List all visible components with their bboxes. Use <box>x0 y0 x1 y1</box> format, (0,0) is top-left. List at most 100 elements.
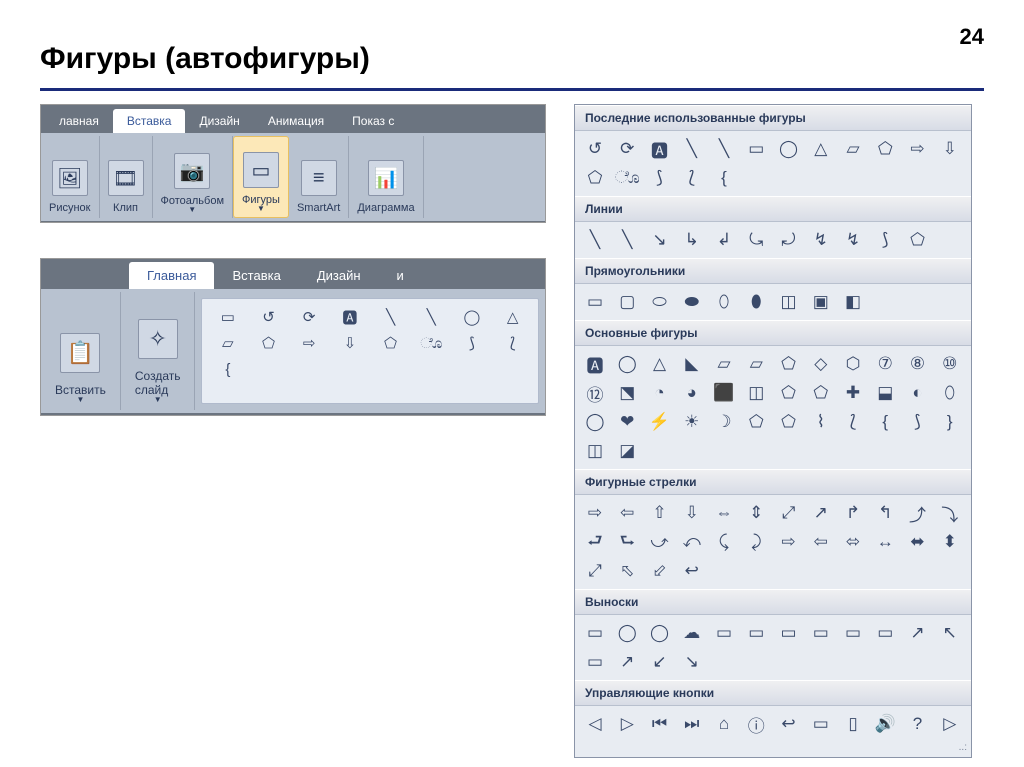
shape-item[interactable]: ⟳ <box>613 136 641 162</box>
shape-item[interactable]: ↗ <box>904 620 932 646</box>
shape-item[interactable]: ▷ <box>613 711 641 737</box>
shape-item[interactable]: ↔ <box>871 529 899 555</box>
shape-item[interactable]: ⑧ <box>904 351 932 377</box>
shape-item[interactable]: ⇩ <box>678 500 706 526</box>
shape-item[interactable]: ⤹ <box>710 529 738 555</box>
shape-item[interactable]: ⟳ <box>290 305 329 329</box>
shape-item[interactable]: ⤺ <box>678 529 706 555</box>
shape-item[interactable]: ⬠ <box>904 227 932 253</box>
shape-item[interactable]: ⬠ <box>871 136 899 162</box>
shape-item[interactable]: ⇩ <box>936 136 964 162</box>
ribbon-tab[interactable]: и <box>379 262 422 289</box>
shape-item[interactable]: ⟆ <box>646 165 674 191</box>
shape-item[interactable]: ⇨ <box>290 331 329 355</box>
shape-item[interactable]: ↙ <box>646 649 674 675</box>
shape-item[interactable]: { <box>208 357 247 381</box>
shape-item[interactable]: ◫ <box>742 380 770 406</box>
shape-item[interactable]: ⬠ <box>775 380 803 406</box>
shape-item[interactable]: 🅰 <box>646 136 674 162</box>
shape-item[interactable]: ☽ <box>710 409 738 435</box>
shape-item[interactable]: ▭ <box>742 136 770 162</box>
shape-item[interactable]: ⬃ <box>646 558 674 584</box>
shape-item[interactable]: ▱ <box>742 351 770 377</box>
shape-item[interactable]: ⇦ <box>807 529 835 555</box>
shape-item[interactable]: ⇕ <box>742 500 770 526</box>
shape-item[interactable]: ⑫ <box>581 380 609 406</box>
shape-item[interactable]: ⟆ <box>871 227 899 253</box>
shape-item[interactable]: ⑦ <box>871 351 899 377</box>
shape-item[interactable]: ⬠ <box>371 331 410 355</box>
shape-item[interactable]: ⬌ <box>904 529 932 555</box>
ribbon-tool-диаграмма[interactable]: 📊Диаграмма <box>349 136 423 218</box>
shape-item[interactable]: ⏭ <box>678 711 706 737</box>
shape-item[interactable]: ◯ <box>646 620 674 646</box>
shape-item[interactable]: ⇩ <box>331 331 370 355</box>
shape-item[interactable]: ⇦ <box>613 500 641 526</box>
ribbon-tool[interactable]: ✧Создатьслайд▼ <box>121 292 196 410</box>
shape-item[interactable]: ↖ <box>936 620 964 646</box>
shape-item[interactable]: ⑩ <box>936 351 964 377</box>
shape-item[interactable]: ⬁ <box>613 558 641 584</box>
shape-item[interactable]: { <box>710 165 738 191</box>
shape-item[interactable]: ↯ <box>839 227 867 253</box>
shape-item[interactable]: ⏮ <box>646 711 674 737</box>
shape-item[interactable]: ▱ <box>710 351 738 377</box>
shape-item[interactable]: ೊ <box>613 165 641 191</box>
shape-item[interactable]: ◐ <box>904 380 932 406</box>
shape-item[interactable]: ೊ <box>412 331 451 355</box>
shape-item[interactable]: ⤢ <box>581 558 609 584</box>
shape-item[interactable]: ⬠ <box>581 165 609 191</box>
shape-item[interactable]: ▭ <box>807 620 835 646</box>
shape-item[interactable]: ◫ <box>775 289 803 315</box>
shape-item[interactable]: ⇨ <box>775 529 803 555</box>
shape-item[interactable]: ⬯ <box>936 380 964 406</box>
shape-item[interactable]: ⟆ <box>904 409 932 435</box>
shape-item[interactable]: ⬍ <box>936 529 964 555</box>
shape-item[interactable]: ◯ <box>775 136 803 162</box>
shape-item[interactable]: ↺ <box>249 305 288 329</box>
shape-item[interactable]: ⬭ <box>646 289 674 315</box>
shape-item[interactable]: ▭ <box>742 620 770 646</box>
shape-item[interactable]: } <box>936 409 964 435</box>
shape-item[interactable]: ⬠ <box>775 351 803 377</box>
shape-item[interactable]: ▢ <box>613 289 641 315</box>
ribbon-tab[interactable]: Показ с <box>338 109 408 133</box>
shape-item[interactable]: ⇨ <box>581 500 609 526</box>
shape-item[interactable]: ? <box>904 711 932 737</box>
shape-item[interactable]: ▭ <box>871 620 899 646</box>
shape-item[interactable]: ⇔ <box>710 500 738 526</box>
shape-item[interactable]: ⬯ <box>710 289 738 315</box>
shape-item[interactable]: ⮑ <box>613 529 641 555</box>
ribbon-tab[interactable]: Анимация <box>254 109 338 133</box>
shape-item[interactable]: ◣ <box>678 351 706 377</box>
shape-item[interactable]: ⚡ <box>646 409 674 435</box>
shape-item[interactable]: ◫ <box>581 438 609 464</box>
shape-item[interactable]: ╲ <box>581 227 609 253</box>
shape-item[interactable]: ⬡ <box>839 351 867 377</box>
shape-item[interactable]: ◕ <box>678 380 706 406</box>
shape-item[interactable]: ⮐ <box>581 529 609 555</box>
shape-item[interactable]: ⟅ <box>493 331 532 355</box>
shape-item[interactable]: ▯ <box>839 711 867 737</box>
shape-item[interactable]: △ <box>493 305 532 329</box>
shape-item[interactable]: ⤴ <box>904 500 932 526</box>
shape-item[interactable]: ☁ <box>678 620 706 646</box>
shape-item[interactable]: ⌂ <box>710 711 738 737</box>
shape-item[interactable]: ↲ <box>710 227 738 253</box>
shape-item[interactable]: ▱ <box>208 331 247 355</box>
shape-item[interactable]: ╲ <box>412 305 451 329</box>
shape-item[interactable]: ◔ <box>646 380 674 406</box>
shape-item[interactable]: ⟅ <box>839 409 867 435</box>
ribbon-tool-фотоальбом[interactable]: 📷Фотоальбом▼ <box>153 136 234 218</box>
shape-item[interactable]: ↳ <box>678 227 706 253</box>
shape-item[interactable]: ↯ <box>807 227 835 253</box>
shape-item[interactable]: △ <box>807 136 835 162</box>
shape-item[interactable]: ⬬ <box>678 289 706 315</box>
shape-item[interactable]: ⬠ <box>742 409 770 435</box>
shape-item[interactable]: ⬮ <box>742 289 770 315</box>
ribbon-tab[interactable]: Дизайн <box>185 109 253 133</box>
shape-item[interactable]: ▭ <box>581 289 609 315</box>
shape-item[interactable]: ▭ <box>581 649 609 675</box>
shape-item[interactable]: ◯ <box>613 351 641 377</box>
shape-item[interactable]: ⤸ <box>742 529 770 555</box>
